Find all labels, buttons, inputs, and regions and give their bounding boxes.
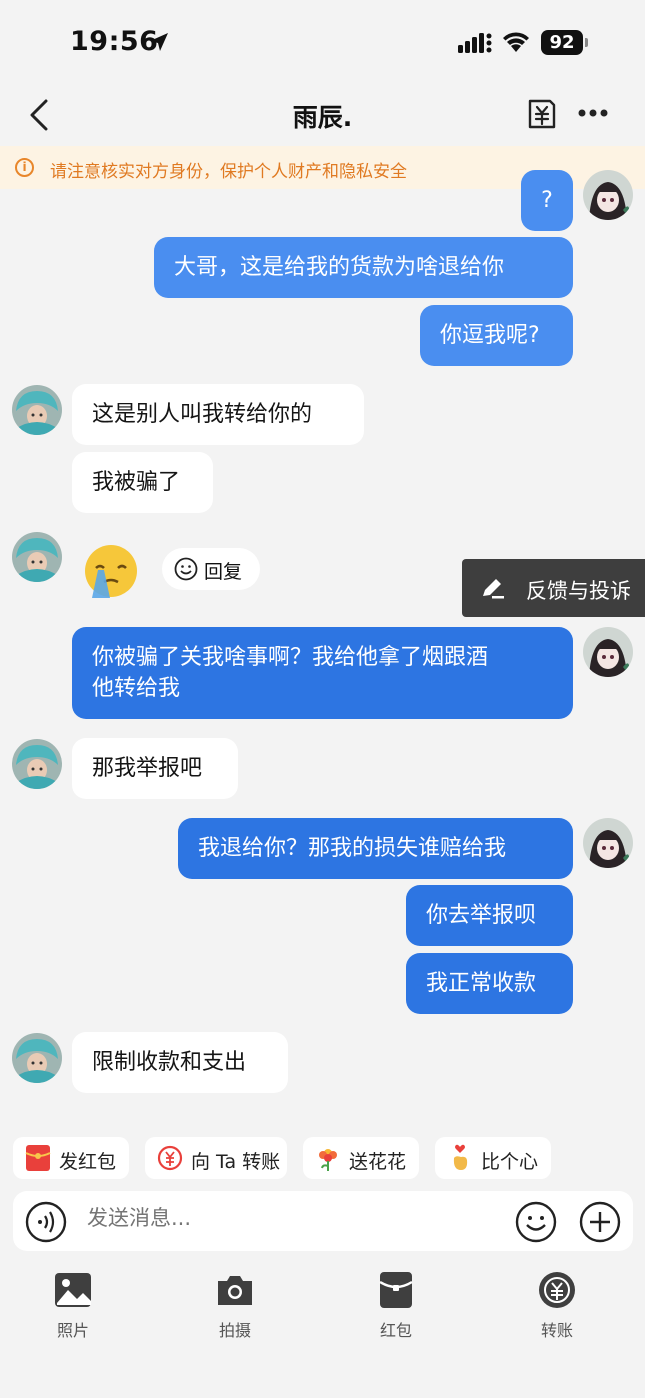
outgoing-message[interactable]: 你去举报呗	[406, 885, 573, 946]
wifi-icon	[503, 32, 529, 52]
outgoing-message[interactable]: 大哥，这是给我的货款为啥退给你	[154, 237, 573, 298]
reply-button[interactable]: 回复	[162, 548, 260, 590]
outgoing-message[interactable]: 我正常收款	[406, 953, 573, 1014]
plus-icon[interactable]	[579, 1201, 621, 1243]
toolbar-red-packet[interactable]: 红包	[341, 1270, 451, 1341]
quick-finger-heart[interactable]: 比个心	[435, 1137, 551, 1179]
cellular-signal-icon	[458, 33, 492, 53]
message-text: 他转给我	[92, 676, 181, 701]
info-icon: i	[15, 158, 34, 177]
status-bar: 19:56 92	[0, 0, 645, 88]
toolbar-camera[interactable]: 拍摄	[180, 1270, 290, 1341]
incoming-message[interactable]: 我被骗了	[72, 452, 213, 513]
more-icon[interactable]	[578, 108, 608, 118]
self-avatar[interactable]	[583, 818, 633, 868]
smile-icon	[174, 557, 198, 581]
yuan-transfer-icon	[157, 1145, 183, 1171]
outgoing-message[interactable]: ?	[521, 170, 573, 231]
emoji-icon[interactable]	[515, 1201, 557, 1243]
battery-indicator: 92	[541, 30, 583, 55]
safety-warning-text: 请注意核实对方身份，保护个人财产和隐私安全	[50, 162, 407, 182]
reply-label: 回复	[204, 561, 243, 583]
message-text: 你被骗了关我啥事啊？我给他拿了烟跟酒	[92, 645, 489, 670]
location-arrow-icon	[150, 33, 168, 51]
finger-heart-icon	[453, 1144, 468, 1170]
red-packet-icon	[379, 1272, 413, 1308]
incoming-message[interactable]: 这是别人叫我转给你的	[72, 384, 364, 445]
pen-icon	[483, 579, 504, 599]
toolbar-label: 照片	[56, 1321, 89, 1340]
contact-avatar[interactable]	[12, 739, 62, 789]
crying-emoji-sticker[interactable]	[82, 542, 140, 600]
chat-header: 雨辰.	[0, 88, 645, 144]
toolbar-label: 红包	[379, 1321, 412, 1340]
contact-avatar[interactable]	[12, 1033, 62, 1083]
quick-send-flower[interactable]: 送花花	[303, 1137, 419, 1179]
red-packet-icon	[25, 1145, 51, 1171]
toolbar-transfer[interactable]: 转账	[502, 1270, 612, 1341]
toolbar-label: 拍摄	[218, 1321, 251, 1340]
message-text: 我退给你？那我的损失谁赔给我	[198, 836, 507, 861]
camera-icon	[218, 1276, 252, 1305]
voice-icon[interactable]	[25, 1201, 67, 1243]
toolbar-label: 转账	[540, 1321, 573, 1340]
quick-label: 比个心	[481, 1151, 539, 1173]
outgoing-message[interactable]: 我退给你？那我的损失谁赔给我	[178, 818, 573, 879]
message-text: ?	[541, 188, 553, 213]
battery-tip	[585, 38, 588, 47]
photo-icon	[55, 1273, 91, 1307]
transfer-record-icon[interactable]	[526, 97, 558, 131]
quick-label: 送花花	[349, 1151, 407, 1173]
message-text: 你逗我呢?	[440, 323, 540, 348]
feedback-complaint-button[interactable]: 反馈与投诉	[462, 559, 645, 617]
incoming-message[interactable]: 限制收款和支出	[72, 1032, 288, 1093]
contact-avatar[interactable]	[12, 385, 62, 435]
incoming-message[interactable]: 那我举报吧	[72, 738, 238, 799]
message-text: 限制收款和支出	[92, 1050, 247, 1075]
quick-red-packet[interactable]: 发红包	[13, 1137, 129, 1179]
message-input[interactable]	[87, 1206, 497, 1230]
flower-icon	[319, 1149, 337, 1171]
contact-avatar[interactable]	[12, 532, 62, 582]
self-avatar[interactable]	[583, 170, 633, 220]
quick-transfer[interactable]: 向 Ta 转账	[145, 1137, 287, 1179]
message-input-bar	[13, 1191, 633, 1251]
outgoing-message[interactable]: 你逗我呢?	[420, 305, 573, 366]
transfer-icon	[539, 1272, 575, 1308]
outgoing-message[interactable]: 你被骗了关我啥事啊？我给他拿了烟跟酒 他转给我	[72, 627, 573, 719]
message-text: 你去举报呗	[426, 903, 537, 928]
message-text: 大哥，这是给我的货款为啥退给你	[174, 255, 505, 280]
message-text: 这是别人叫我转给你的	[92, 402, 313, 427]
feedback-label: 反馈与投诉	[526, 579, 631, 603]
message-text: 我被骗了	[92, 470, 181, 495]
self-avatar[interactable]	[583, 627, 633, 677]
toolbar-photo[interactable]: 照片	[18, 1270, 128, 1341]
status-time: 19:56	[70, 26, 159, 57]
quick-label: 发红包	[59, 1151, 117, 1173]
quick-label: 向 Ta 转账	[191, 1151, 281, 1173]
message-text: 那我举报吧	[92, 756, 203, 781]
message-text: 我正常收款	[426, 971, 537, 996]
